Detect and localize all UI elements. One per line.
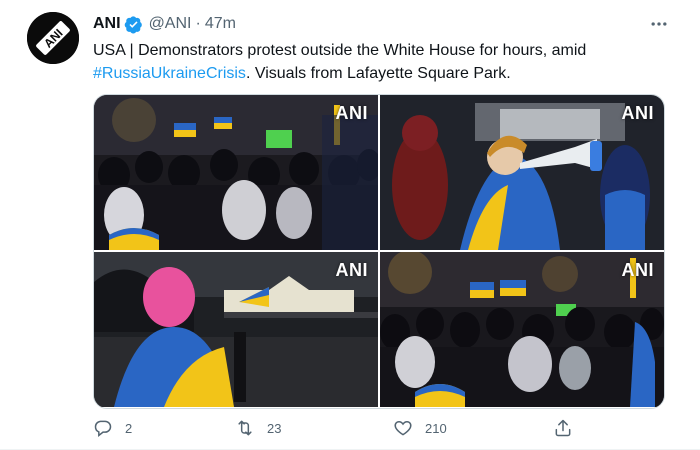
media-photo-1[interactable]: ANI (94, 95, 378, 250)
author-handle[interactable]: @ANI (149, 15, 192, 33)
media-photo-2[interactable]: ANI (380, 95, 664, 250)
reply-icon (94, 420, 112, 438)
media-photo-3[interactable]: ANI (94, 252, 378, 407)
hashtag-link[interactable]: #RussiaUkraineCrisis (93, 65, 246, 82)
tweet-text-start: USA | Demonstrators protest outside the … (93, 42, 587, 59)
retweet-count: 23 (267, 420, 282, 436)
retweet-icon (238, 420, 252, 436)
retweet-button[interactable]: 23 (235, 418, 281, 438)
watermark: ANI (621, 260, 654, 280)
like-count: 210 (425, 420, 447, 436)
tweet-actions: 2 23 210 (93, 418, 613, 444)
watermark: ANI (335, 260, 368, 280)
tweet-header: ANI @ANI · 47m (93, 13, 236, 35)
reply-count: 2 (125, 420, 133, 436)
media-photo-4[interactable]: ANI (380, 252, 664, 407)
separator-dot: · (195, 15, 201, 32)
share-icon (555, 419, 571, 437)
share-button[interactable] (553, 418, 585, 438)
avatar[interactable]: ANI (27, 12, 79, 64)
timestamp[interactable]: 47m (205, 15, 236, 33)
verified-badge-icon (124, 15, 143, 34)
like-icon (394, 420, 412, 436)
reply-button[interactable]: 2 (93, 418, 132, 438)
tweet-text: USA | Demonstrators protest outside the … (93, 39, 678, 85)
media-grid: ANI ANI ANI ANI (93, 94, 665, 409)
watermark: ANI (621, 103, 654, 123)
author-name[interactable]: ANI (93, 15, 121, 33)
more-icon[interactable] (648, 13, 670, 35)
tweet[interactable]: ANI ANI @ANI · 47m USA | Demonstrators p… (0, 0, 700, 450)
watermark: ANI (335, 103, 368, 123)
like-button[interactable]: 210 (393, 418, 447, 438)
tweet-text-end: . Visuals from Lafayette Square Park. (245, 65, 511, 82)
